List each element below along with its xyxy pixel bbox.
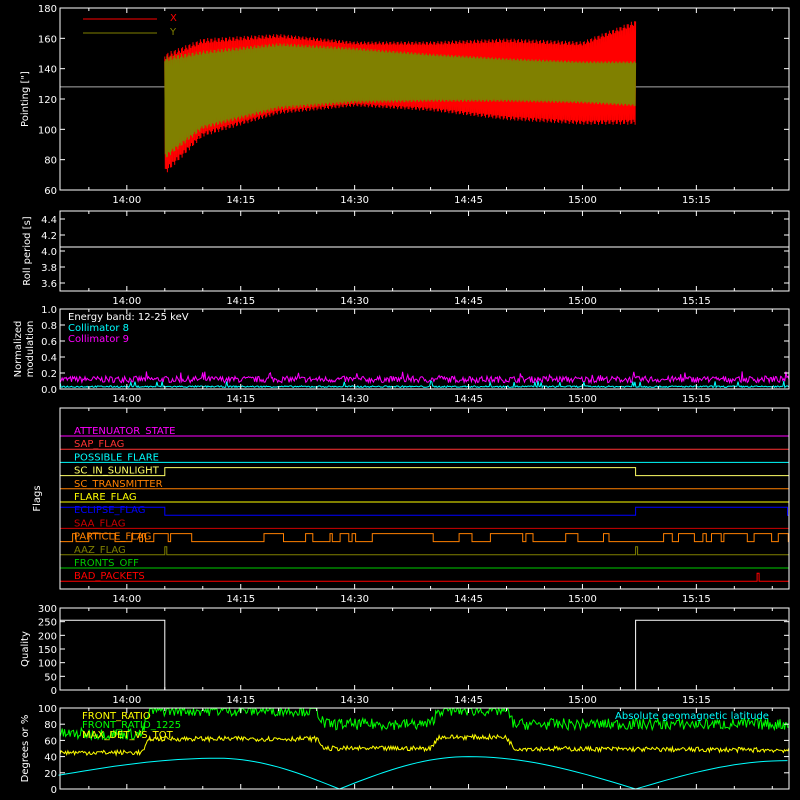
quality-y-tick-label: 250 (38, 618, 57, 629)
roll-period-x-tick-label: 14:15 (226, 296, 255, 307)
quality-y-tick-label: 150 (38, 645, 57, 656)
modulation-x-tick-label: 14:15 (226, 394, 255, 405)
flag-label-eclipse-flag: ECLIPSE_FLAG (74, 505, 145, 516)
flags-x-tick-label: 14:15 (226, 594, 255, 605)
flag-line-particle-flag (60, 533, 790, 543)
flags-x-tick-label: 15:00 (568, 594, 597, 605)
legend-label-x: X (170, 13, 177, 24)
flag-label-flare-flag: FLARE_FLAG (74, 492, 137, 503)
pointing-x-tick-label: 14:30 (340, 195, 369, 206)
flag-label-particle-flag: PARTICLE_FLAG (74, 532, 151, 543)
modulation-annotation: Collimator 9 (68, 334, 129, 345)
flag-label-sap-flag: SAP_FLAG (74, 439, 124, 450)
pointing-x-tick-label: 14:45 (454, 195, 483, 206)
pointing-y-axis-label: Pointing ["] (20, 71, 31, 127)
ratios-y-tick-label: 60 (44, 736, 57, 747)
modulation-x-tick-label: 14:45 (454, 394, 483, 405)
legend-label-y: Y (169, 27, 177, 38)
modulation-x-tick-label: 15:00 (568, 394, 597, 405)
ratio-series-absolute-geomagnetic-latitude (58, 756, 788, 790)
flags-x-tick-label: 14:30 (340, 594, 369, 605)
quality-x-tick-label: 15:00 (568, 695, 597, 706)
flag-label-fronts-off: FRONTS_OFF (74, 558, 139, 569)
flag-label-sc-transmitter: SC_TRANSMITTER (74, 479, 163, 490)
pointing-y-tick-label: 80 (44, 156, 57, 167)
pointing-y-tick-label: 180 (38, 4, 57, 15)
roll-period-y-axis-label: Roll period [s] (22, 216, 33, 285)
quality-y-tick-label: 300 (38, 604, 57, 615)
pointing-x-tick-label: 14:15 (226, 195, 255, 206)
modulation-y-axis-label-2: modulation (25, 321, 36, 378)
quality-x-tick-label: 14:00 (112, 695, 141, 706)
roll-period-y-tick-label: 3.6 (41, 279, 57, 290)
quality-y-tick-label: 100 (38, 659, 57, 670)
quality-line (60, 619, 788, 691)
flag-label-bad-packets: BAD_PACKETS (74, 571, 145, 582)
quality-x-tick-label: 14:15 (226, 695, 255, 706)
modulation-y-tick-label: 0.8 (41, 321, 57, 332)
flag-label-saa-flag: SAA_FLAG (74, 518, 125, 529)
modulation-x-tick-label: 14:00 (112, 394, 141, 405)
roll-period-x-tick-label: 14:00 (112, 296, 141, 307)
ratios-y-tick-label: 20 (44, 769, 57, 780)
ratios-annotation: MAX_DET_VS_TOT (82, 730, 174, 741)
pointing-plot (60, 21, 789, 173)
ratios-y-tick-label: 100 (38, 704, 57, 715)
modulation-y-tick-label: 0.4 (41, 353, 57, 364)
flag-label-aaz-flag: AAZ_FLAG (74, 545, 126, 556)
roll-period-x-tick-label: 15:00 (568, 296, 597, 307)
modulation-y-tick-label: 0.2 (41, 369, 57, 380)
pointing-y-tick-label: 100 (38, 125, 57, 136)
pointing-x-tick-label: 15:00 (568, 195, 597, 206)
modulation-x-tick-label: 15:15 (682, 394, 711, 405)
flags-x-tick-label: 15:15 (682, 594, 711, 605)
flags-x-tick-label: 14:00 (112, 594, 141, 605)
flags-x-tick-label: 14:45 (454, 594, 483, 605)
roll-period-y-tick-label: 3.8 (41, 263, 57, 274)
roll-period-x-tick-label: 15:15 (682, 296, 711, 307)
modulation-y-tick-label: 0.0 (41, 385, 57, 396)
pointing-y-tick-label: 160 (38, 34, 57, 45)
ratios-y-axis-label: Degrees or % (20, 715, 31, 783)
roll-period-x-tick-label: 14:45 (454, 296, 483, 307)
modulation-y-tick-label: 1.0 (41, 305, 57, 316)
pointing-y-tick-label: 120 (38, 95, 57, 106)
pointing-y-tick-label: 140 (38, 65, 57, 76)
roll-period-y-tick-label: 4.4 (41, 215, 57, 226)
flag-line-bad-packets (60, 572, 789, 582)
modulation-y-tick-label: 0.6 (41, 337, 57, 348)
quality-y-axis-label: Quality (20, 631, 31, 667)
quality-x-tick-label: 15:15 (682, 695, 711, 706)
flag-label-attenuator-state: ATTENUATOR_STATE (74, 426, 175, 437)
flag-label-possible-flare: POSSIBLE_FLARE (74, 452, 159, 463)
quality-x-tick-label: 14:30 (340, 695, 369, 706)
flag-line-eclipse-flag (59, 506, 789, 516)
roll-period-y-tick-label: 4.0 (41, 247, 57, 258)
quality-y-tick-label: 50 (44, 672, 57, 683)
ratios-y-tick-label: 0 (51, 785, 57, 796)
ratios-annotation: Absolute geomagnetic latitude (615, 711, 769, 722)
pointing-x-tick-label: 14:00 (112, 195, 141, 206)
roll-period-frame (59, 210, 790, 292)
roll-period-x-tick-label: 14:30 (340, 296, 369, 307)
modulation-y-axis-label: Normalized (13, 321, 24, 378)
flags-y-axis-label: Flags (32, 485, 43, 511)
ratios-y-tick-label: 80 (44, 720, 57, 731)
modulation-annotation: Energy band: 12-25 keV (68, 312, 189, 323)
rhessi-quicklook-page: 60 80 100 120 140 160 180 14:00 14:15 14:30 14:45 1… (0, 0, 800, 800)
roll-period-y-tick-label: 4.2 (41, 231, 57, 242)
quality-y-tick-label: 200 (38, 631, 57, 642)
flag-label-sc-in-sunlight: SC_IN_SUNLIGHT (74, 466, 160, 477)
quality-x-tick-label: 14:45 (454, 695, 483, 706)
pointing-x-tick-label: 15:15 (682, 195, 711, 206)
modulation-x-tick-label: 14:30 (340, 394, 369, 405)
flag-line-sc-in-sunlight (60, 467, 789, 477)
modulation-series-collimator-9 (59, 371, 790, 385)
flag-line-aaz-flag (60, 546, 789, 556)
pointing-y-tick-label: 60 (44, 186, 57, 197)
ratios-y-tick-label: 40 (44, 753, 57, 764)
quicklook-chart-stack: 60 80 100 120 140 160 180 14:00 14:15 14:30 14:45 1… (13, 4, 790, 796)
quality-y-tick-label: 0 (51, 686, 57, 697)
modulation-annotation: Collimator 8 (68, 323, 129, 334)
